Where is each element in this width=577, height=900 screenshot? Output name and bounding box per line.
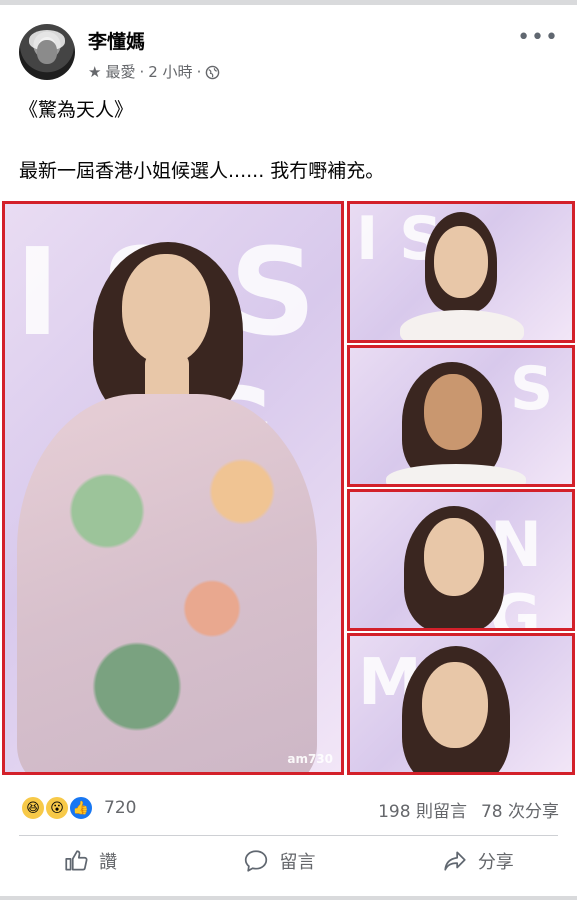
- like-label: 讚: [99, 852, 118, 873]
- meta-separator-2: ·: [196, 63, 202, 81]
- post-meta: ★ 最愛 · 2 小時 ·: [88, 62, 220, 82]
- face: [434, 226, 488, 298]
- post-text-body: 最新一屆香港小姐候選人...... 我冇嘢補充。: [19, 160, 385, 182]
- face: [122, 254, 210, 364]
- floral-dress: [17, 394, 317, 772]
- comment-count[interactable]: 198 則留言: [378, 797, 467, 822]
- post-stats: 198 則留言 78 次分享: [378, 797, 559, 822]
- comment-icon: [245, 850, 268, 872]
- like-button[interactable]: 讚: [63, 848, 117, 874]
- top-divider: [0, 0, 577, 5]
- photo-collage[interactable]: I S S G O am730 I S S N G M S: [0, 199, 577, 776]
- post-text-title: 《驚為天人》: [19, 99, 134, 121]
- photo-main[interactable]: I S S G O am730: [2, 201, 344, 775]
- share-label: 分享: [477, 852, 514, 873]
- photo-thumb-3[interactable]: N G: [347, 489, 575, 631]
- globe-icon[interactable]: [205, 65, 220, 80]
- more-options-button[interactable]: •••: [517, 27, 559, 49]
- meta-separator: ·: [139, 63, 145, 81]
- author-name[interactable]: 李懂媽: [88, 30, 145, 54]
- post-time[interactable]: 2 小時: [148, 62, 192, 82]
- wow-reaction-icon: 😮: [44, 795, 70, 821]
- face: [424, 374, 482, 450]
- share-button[interactable]: 分享: [442, 848, 514, 874]
- comment-button[interactable]: 留言: [243, 848, 315, 874]
- reaction-count[interactable]: 720: [104, 798, 136, 818]
- favorites-label[interactable]: 最愛: [105, 62, 135, 82]
- action-bar: 讚 留言 分享: [0, 848, 577, 874]
- face: [422, 662, 488, 748]
- star-icon: ★: [88, 63, 102, 81]
- avatar-face: [37, 40, 57, 64]
- top: [386, 464, 526, 484]
- watermark: am730: [287, 752, 333, 766]
- bottom-divider: [0, 896, 577, 900]
- divider: [19, 835, 558, 836]
- reaction-summary[interactable]: 😆 😮 👍 720: [20, 795, 136, 821]
- face: [424, 518, 484, 596]
- photo-thumb-2[interactable]: S: [347, 345, 575, 487]
- photo-thumb-1[interactable]: I S: [347, 201, 575, 343]
- share-arrow-icon: [444, 851, 466, 871]
- top: [400, 310, 524, 340]
- thumbs-up-icon: [65, 850, 88, 871]
- backdrop-letters: S: [510, 354, 554, 424]
- comment-label: 留言: [279, 852, 316, 873]
- share-count[interactable]: 78 次分享: [481, 797, 559, 822]
- like-reaction-icon: 👍: [68, 795, 94, 821]
- haha-reaction-icon: 😆: [20, 795, 46, 821]
- avatar[interactable]: [19, 24, 75, 80]
- photo-thumb-4[interactable]: M S: [347, 633, 575, 775]
